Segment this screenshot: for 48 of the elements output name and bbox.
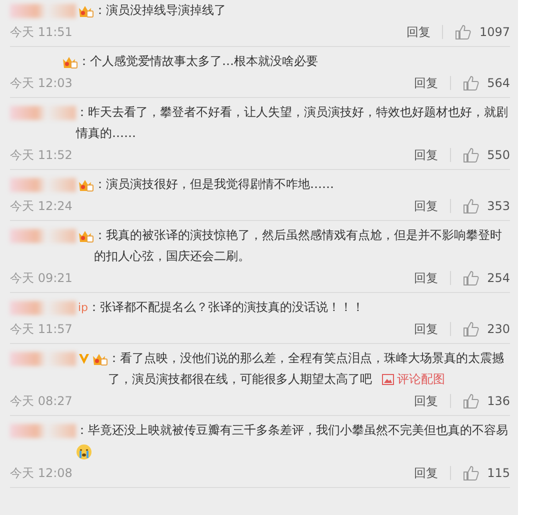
reply-link[interactable]: 回复 [414, 392, 450, 410]
like-button[interactable]: 254 [451, 270, 510, 286]
thumbs-up-icon [463, 393, 480, 409]
like-button[interactable]: 230 [451, 321, 510, 337]
thumbs-up-icon [463, 75, 480, 91]
reply-link[interactable]: 回复 [414, 146, 450, 164]
comment-text: ：演员没掉线导演掉线了 [94, 2, 227, 19]
comment-text: ：张译都不配提名么？张译的演技真的没话说！！！ [88, 299, 366, 316]
thumbs-up-icon [463, 198, 480, 214]
reply-link[interactable]: 回复 [414, 270, 450, 286]
timestamp: 今天 11:51 [10, 24, 74, 40]
thumbs-up-icon [463, 321, 480, 337]
timestamp: 今天 08:27 [10, 392, 74, 410]
blurred-username [10, 178, 76, 192]
timestamp: 今天 12:03 [10, 74, 74, 92]
thumbs-up-icon [463, 270, 480, 286]
thumbs-up-icon [455, 24, 472, 40]
like-button[interactable]: 353 [451, 198, 510, 214]
blurred-username [10, 106, 76, 120]
comment-text: ：演员演技很好，但是我觉得剧情不咋地…… [94, 176, 335, 193]
like-button[interactable]: 550 [451, 147, 510, 163]
reply-link[interactable]: 回复 [414, 198, 450, 214]
comment-text: ：毕竟还没上映就被传豆瓣有三千多条差评，我们小攀虽然不完美但也真的不容易 [76, 420, 510, 462]
blurred-username [10, 4, 76, 18]
thumbs-up-icon [463, 465, 480, 481]
timestamp: 今天 11:52 [10, 146, 74, 164]
timestamp: 今天 11:57 [10, 320, 74, 338]
image-icon [382, 374, 394, 386]
timestamp: 今天 12:08 [10, 464, 74, 482]
blurred-username [10, 228, 76, 242]
like-button[interactable]: 136 [451, 393, 510, 409]
timestamp: 今天 09:21 [10, 270, 74, 286]
reply-link[interactable]: 回复 [406, 24, 442, 40]
thumbs-up-icon [463, 147, 480, 163]
like-button[interactable]: 115 [451, 465, 510, 481]
comment-text: ：看了点映，没他们说的那么差，全程有笑点泪点，珠峰大场景真的太震撼了，演员演技都很在线，可能很多人期望太高了吧 评论配图 [108, 350, 505, 388]
blurred-username [10, 300, 76, 314]
blurred-username [10, 352, 76, 366]
reply-link[interactable]: 回复 [414, 464, 450, 482]
comment-text: ：我真的被张译的演技惊艳了，然后虽然感情戏有点尬，但是并不影响攀登时的扣人心弦，国庆还会二刷。 [94, 227, 503, 265]
blurred-username [10, 424, 76, 438]
reply-link[interactable]: 回复 [414, 74, 450, 92]
comment-text: ：昨天去看了，攀登者不好看，让人失望，演员演技好，特效也好题材也好，就剧情真的…… [76, 104, 509, 142]
reply-link[interactable]: 回复 [414, 320, 450, 338]
comment-text: ：个人感觉爱情故事太多了…根本就没啥必要 [78, 53, 319, 70]
like-button[interactable]: 1097 [443, 24, 510, 40]
timestamp: 今天 12:24 [10, 198, 74, 214]
like-button[interactable]: 564 [451, 75, 510, 91]
